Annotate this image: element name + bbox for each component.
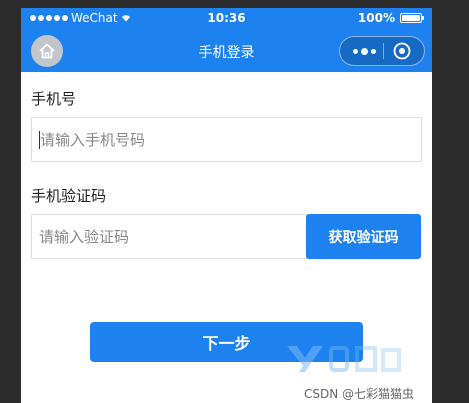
phone-input[interactable]: 请输入手机号码 <box>31 117 422 162</box>
more-dots-icon-center <box>360 47 368 55</box>
capsule-menu <box>339 36 425 66</box>
status-right: 100% <box>357 11 424 25</box>
status-bar: WeChat 10:36 100% <box>21 8 432 30</box>
battery-fill <box>402 15 420 21</box>
capsule-divider <box>383 43 384 59</box>
close-button[interactable] <box>392 41 412 61</box>
code-input-placeholder: 请输入验证码 <box>39 228 130 246</box>
code-label: 手机验证码 <box>31 187 107 205</box>
battery-percent: 100% <box>357 11 395 25</box>
watermark-text: CSDN @七彩猫猫虫 <box>303 387 414 401</box>
phone-input-placeholder: 请输入手机号码 <box>40 131 146 149</box>
watermark-logo <box>287 346 401 372</box>
phone-screen: WeChat 10:36 100% 手机登录 手机号 请输入手机号码 手机验证码… <box>21 8 432 403</box>
capsule-close-icon <box>393 42 411 60</box>
battery-icon <box>400 13 424 23</box>
more-dots-icon-right <box>370 48 376 54</box>
nav-bar: 手机登录 <box>21 30 432 72</box>
get-code-button[interactable]: 获取验证码 <box>306 214 421 259</box>
code-input[interactable]: 请输入验证码 <box>31 214 307 259</box>
more-button[interactable] <box>349 37 379 65</box>
more-dots-icon <box>352 48 358 54</box>
phone-label: 手机号 <box>31 90 77 108</box>
